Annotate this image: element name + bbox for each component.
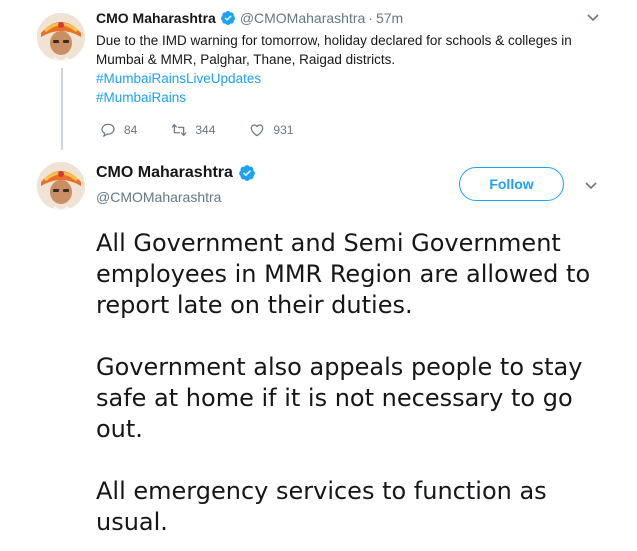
author-name[interactable]: CMO Maharashtra	[96, 10, 216, 26]
author-handle[interactable]: @CMOMaharashtra	[240, 10, 365, 26]
reply-count: 84	[124, 123, 138, 137]
tweet-1-text: Due to the IMD warning for tomorrow, hol…	[96, 31, 616, 107]
tweet-paragraph: Government also appeals people to stay s…	[96, 353, 583, 443]
like-count: 931	[273, 123, 294, 137]
retweet-button[interactable]: 344	[171, 122, 215, 138]
thread-connector	[61, 68, 63, 150]
tweet-1-body: Due to the IMD warning for tomorrow, hol…	[96, 33, 572, 67]
verified-badge-icon	[220, 10, 236, 26]
avatar-image	[37, 13, 85, 61]
tweet-2[interactable]: CMO Maharashtra @CMOMaharashtra Follow A…	[0, 150, 637, 551]
hashtag-link[interactable]: #MumbaiRains	[96, 88, 616, 107]
hashtag-link[interactable]: #MumbaiRainsLiveUpdates	[96, 69, 616, 88]
tweet-1[interactable]: CMO Maharashtra @CMOMaharashtra · 57m Du…	[0, 0, 637, 150]
author-name-row: CMO Maharashtra	[96, 164, 260, 182]
author-name[interactable]: CMO Maharashtra	[96, 164, 233, 182]
tweet-paragraph: All emergency services to function as us…	[96, 477, 547, 536]
chevron-down-icon[interactable]	[583, 180, 599, 192]
tweet-timestamp[interactable]: 57m	[376, 10, 403, 26]
like-icon	[251, 124, 264, 137]
like-button[interactable]: 931	[249, 122, 293, 138]
tweet-2-text: All Government and Semi Government emplo…	[96, 228, 616, 551]
verified-badge-icon	[238, 164, 256, 182]
avatar[interactable]	[37, 13, 85, 61]
avatar-image	[37, 162, 85, 210]
retweet-count: 344	[195, 123, 216, 137]
avatar[interactable]	[37, 162, 85, 210]
chevron-down-icon[interactable]	[585, 12, 601, 24]
reply-button[interactable]: 84	[100, 122, 137, 138]
retweet-icon	[172, 124, 187, 136]
reply-icon	[101, 123, 115, 138]
author-handle[interactable]: @CMOMaharashtra	[96, 189, 221, 205]
follow-button[interactable]: Follow	[459, 167, 564, 201]
tweet-1-header: CMO Maharashtra @CMOMaharashtra · 57m	[96, 10, 403, 26]
separator-dot: ·	[368, 10, 373, 26]
tweet-1-actions: 84 344 931	[100, 122, 327, 138]
tweet-paragraph: All Government and Semi Government emplo…	[96, 229, 591, 319]
